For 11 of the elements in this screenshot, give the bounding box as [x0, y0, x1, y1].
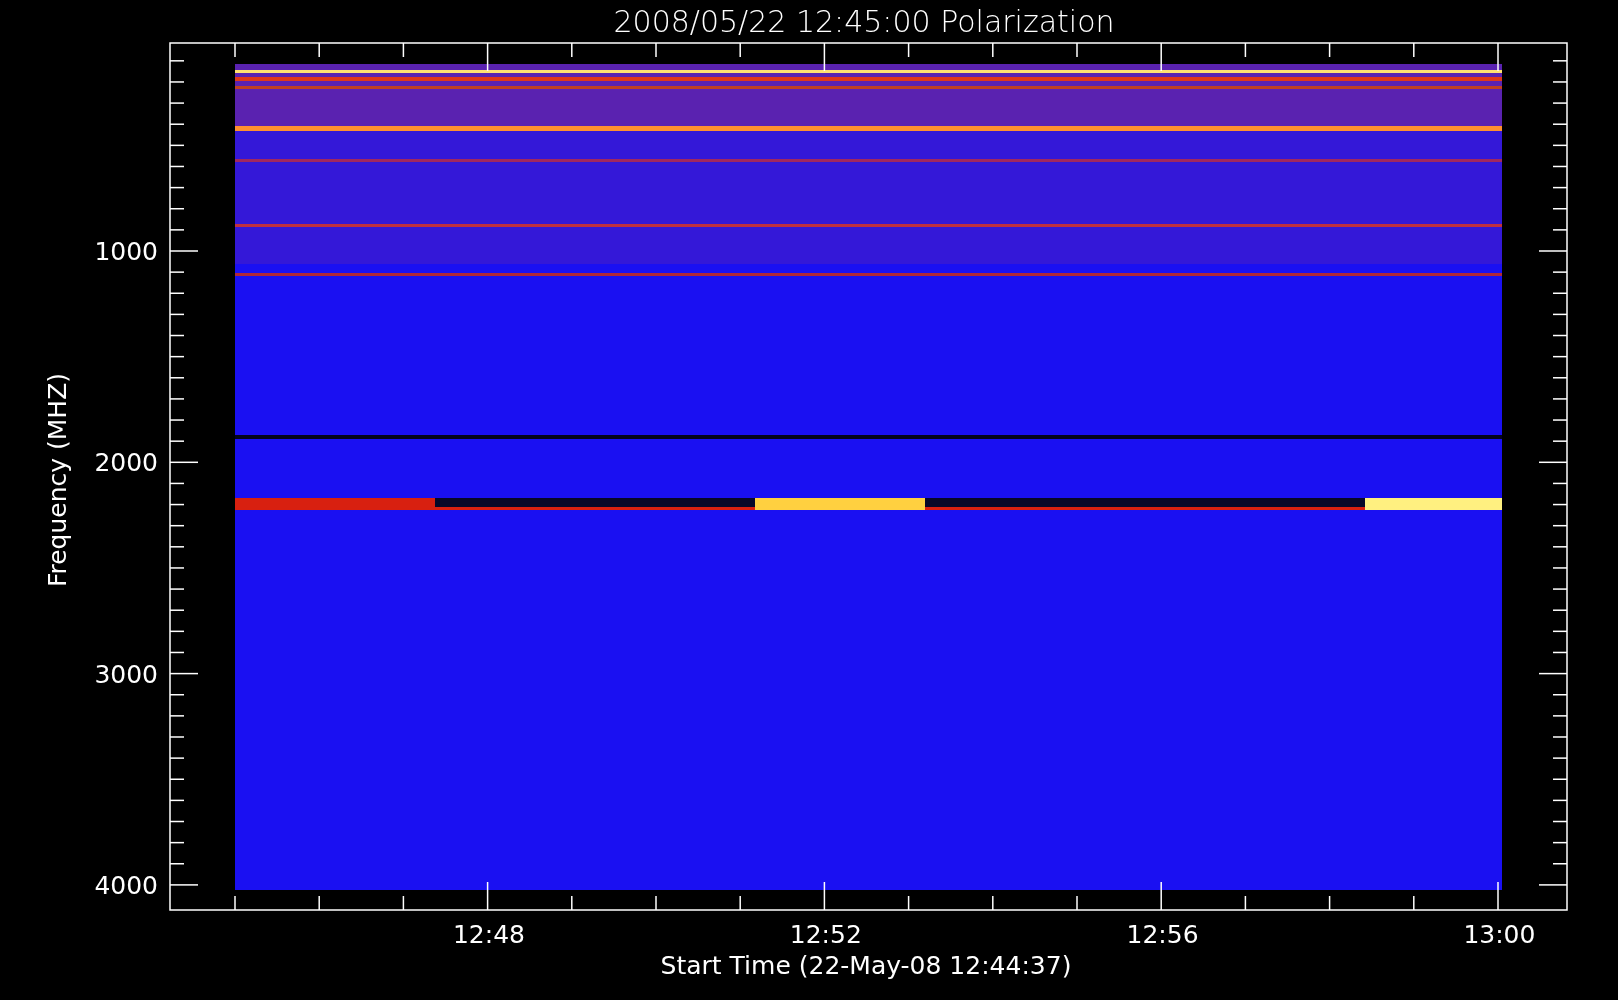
tick-label: 13:00 — [1463, 920, 1536, 949]
tick-label: 4000 — [94, 870, 158, 900]
axis-title: Frequency (MHZ) — [43, 372, 72, 588]
tick-label: 12:52 — [789, 920, 862, 949]
tick-label: 12:48 — [453, 920, 525, 949]
tick-label: 12:56 — [1126, 920, 1199, 949]
chart-title: 2008/05/22 12:45:00 Polarization — [613, 4, 1115, 39]
tick-label: 3000 — [94, 659, 158, 689]
tick-label: 1000 — [94, 237, 158, 266]
tick-label: 2000 — [94, 448, 158, 478]
axis-title: Start Time (22-May-08 12:44:37) — [660, 951, 1072, 980]
